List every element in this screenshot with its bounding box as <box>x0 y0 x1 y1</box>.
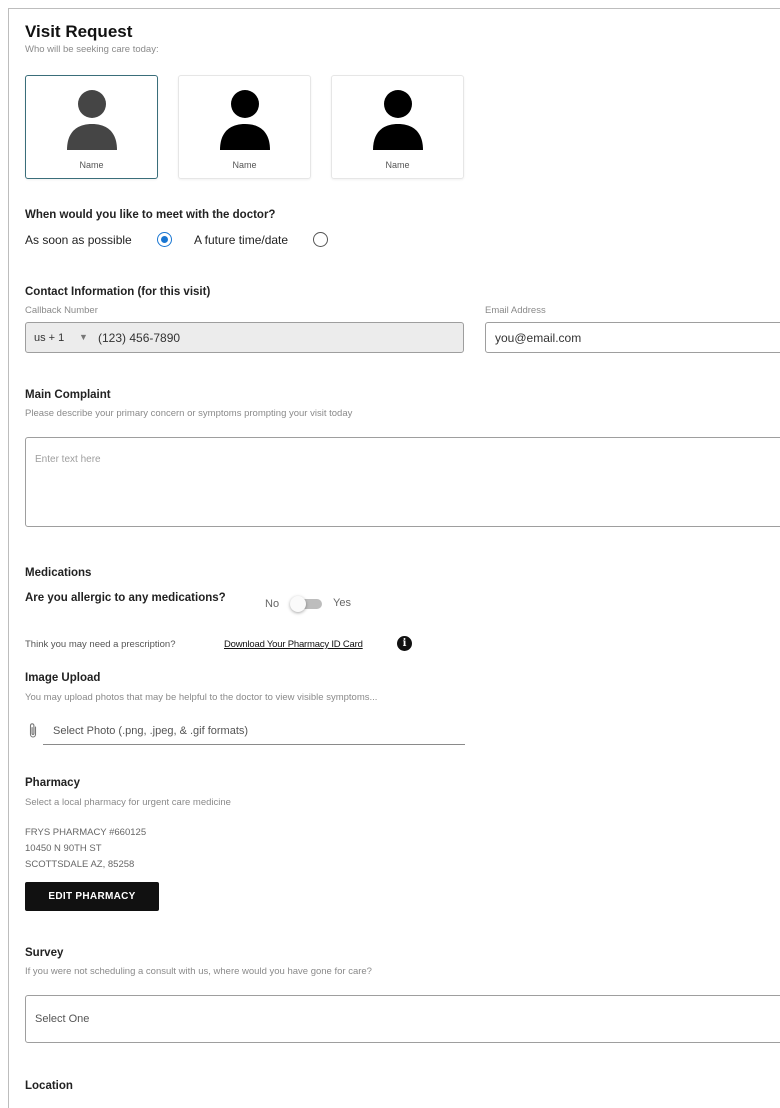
page-title: Visit Request <box>25 22 133 41</box>
toggle-yes-label: Yes <box>333 597 351 609</box>
complaint-placeholder: Enter text here <box>35 454 101 465</box>
pharmacy-heading: Pharmacy <box>25 777 80 789</box>
asap-radio[interactable] <box>157 232 172 247</box>
survey-question: If you were not scheduling a consult wit… <box>25 966 372 977</box>
pharmacy-street: 10450 N 90TH ST <box>25 843 102 854</box>
contact-heading: Contact Information (for this visit) <box>25 286 211 298</box>
phone-field[interactable]: us + 1 ▼ (123) 456-7890 <box>25 322 464 353</box>
asap-label: As soon as possible <box>25 233 132 247</box>
toggle-no-label: No <box>265 598 280 610</box>
complaint-heading: Main Complaint <box>25 389 111 401</box>
country-code-select[interactable]: us + 1 <box>34 332 64 344</box>
patient-name: Name <box>79 160 104 170</box>
patient-card-2[interactable]: Name <box>178 75 311 179</box>
pharmacy-description: Select a local pharmacy for urgent care … <box>25 797 231 808</box>
allergy-toggle[interactable] <box>288 594 328 614</box>
phone-input[interactable]: (123) 456-7890 <box>98 331 180 345</box>
medications-heading: Medications <box>25 567 92 579</box>
photo-upload-field[interactable]: Select Photo (.png, .jpeg, & .gif format… <box>43 720 465 745</box>
future-radio[interactable] <box>313 232 328 247</box>
complaint-description: Please describe your primary concern or … <box>25 408 353 419</box>
complaint-textarea[interactable]: Enter text here <box>25 437 780 527</box>
chevron-down-icon: ▼ <box>79 332 88 342</box>
patient-prompt: Who will be seeking care today: <box>25 44 159 55</box>
pharmacy-city: SCOTTSDALE AZ, 85258 <box>25 859 135 870</box>
person-icon <box>220 90 270 150</box>
person-icon <box>67 90 117 150</box>
patient-name: Name <box>385 160 410 170</box>
pharmacy-card-link[interactable]: Download Your Pharmacy ID Card <box>224 639 363 650</box>
timing-question: When would you like to meet with the doc… <box>25 209 276 221</box>
paperclip-icon <box>29 723 37 738</box>
survey-selected-value: Select One <box>35 1013 90 1025</box>
prescription-prompt: Think you may need a prescription? <box>25 639 176 650</box>
pharmacy-name: FRYS PHARMACY #660125 <box>25 827 147 838</box>
allergy-question: Are you allergic to any medications? <box>25 592 226 604</box>
person-icon <box>373 90 423 150</box>
edit-pharmacy-button[interactable]: EDIT PHARMACY <box>25 882 159 911</box>
image-upload-heading: Image Upload <box>25 672 101 684</box>
survey-heading: Survey <box>25 947 64 959</box>
email-field[interactable]: you@email.com <box>485 322 780 353</box>
location-heading: Location <box>25 1080 73 1092</box>
callback-label: Callback Number <box>25 305 98 316</box>
patient-card-1[interactable]: Name <box>25 75 158 179</box>
future-label: A future time/date <box>194 233 289 247</box>
patient-card-3[interactable]: Name <box>331 75 464 179</box>
email-input[interactable]: you@email.com <box>495 331 581 345</box>
image-upload-description: You may upload photos that may be helpfu… <box>25 692 378 703</box>
toggle-knob <box>290 596 306 612</box>
photo-upload-placeholder: Select Photo (.png, .jpeg, & .gif format… <box>53 725 249 737</box>
patient-name: Name <box>232 160 257 170</box>
survey-select[interactable]: Select One <box>25 995 780 1043</box>
email-label: Email Address <box>485 305 546 316</box>
info-icon[interactable]: i <box>397 636 412 651</box>
